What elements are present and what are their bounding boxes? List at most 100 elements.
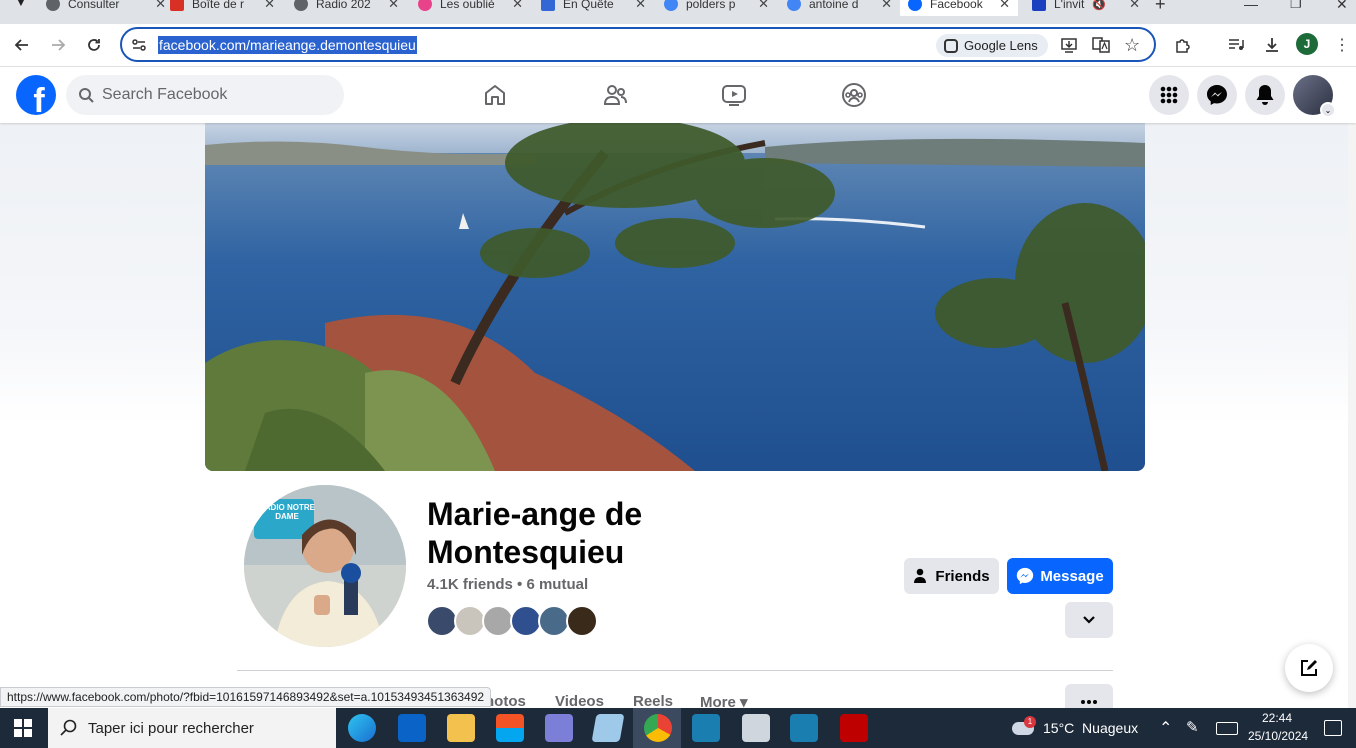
tab-close-icon[interactable]: ✕ <box>1129 0 1140 12</box>
browser-tab-active[interactable]: Facebook ✕ <box>900 0 1018 16</box>
new-tab-button[interactable]: + <box>1155 0 1166 16</box>
browser-tab[interactable]: L'invit 🔇 ✕ <box>1032 0 1140 16</box>
media-controls-icon[interactable] <box>1223 32 1249 58</box>
notifications-bell-icon[interactable] <box>1245 75 1285 115</box>
profile-picture[interactable]: RADIO NOTRE DAME <box>240 481 410 651</box>
groups-icon[interactable] <box>836 79 872 111</box>
link-status-bar: https://www.facebook.com/photo/?fbid=101… <box>0 687 492 707</box>
extensions-icon[interactable] <box>1170 32 1196 58</box>
browser-tab[interactable]: antoine d ✕ <box>787 0 892 16</box>
tab-close-icon[interactable]: ✕ <box>758 0 769 12</box>
bookmark-star-icon[interactable]: ☆ <box>1124 35 1140 56</box>
forward-icon[interactable] <box>45 32 71 58</box>
site-info-icon[interactable] <box>130 36 148 54</box>
notepad-icon[interactable] <box>591 714 625 742</box>
clock-time[interactable]: 22:44 <box>1262 711 1292 725</box>
mute-icon[interactable]: 🔇 <box>1092 0 1106 11</box>
pen-icon[interactable]: ✎ <box>1186 718 1199 736</box>
search-icon <box>60 719 77 736</box>
message-button[interactable]: Message <box>1007 558 1113 594</box>
weather-text[interactable]: 15°C Nuageux <box>1043 720 1138 736</box>
mutual-friend-avatar[interactable] <box>566 605 598 637</box>
tab-close-icon[interactable]: ✕ <box>999 0 1010 12</box>
reload-icon[interactable] <box>81 32 107 58</box>
facebook-logo[interactable]: f <box>16 75 56 115</box>
microsoft-store-icon[interactable] <box>496 714 524 742</box>
translate-icon[interactable] <box>1092 36 1110 54</box>
google-lens-button[interactable]: Google Lens <box>936 34 1048 57</box>
tab-close-icon[interactable]: ✕ <box>388 0 399 12</box>
facebook-top-bar: f Search Facebook ⌄ <box>0 67 1356 123</box>
install-app-icon[interactable] <box>1060 36 1078 54</box>
app-icon[interactable] <box>790 714 818 742</box>
window-close-icon[interactable]: ✕ <box>1336 0 1348 16</box>
browser-tab[interactable]: Les oublié ✕ <box>418 0 523 16</box>
profile-name: Marie-ange de Montesquieu <box>427 496 643 570</box>
tab-videos[interactable]: Videos <box>555 693 604 708</box>
tab-close-icon[interactable]: ✕ <box>512 0 523 12</box>
taskbar-search-box[interactable]: Taper ici pour rechercher <box>48 708 336 748</box>
notification-center-icon[interactable] <box>1324 720 1342 736</box>
app-icon[interactable] <box>692 714 720 742</box>
chrome-menu-icon[interactable]: ⋮ <box>1332 32 1352 58</box>
friends-count[interactable]: 4.1K friends • 6 mutual <box>427 576 588 593</box>
chrome-icon[interactable] <box>644 714 672 742</box>
app-icon[interactable] <box>545 714 573 742</box>
friends-icon[interactable] <box>597 79 633 111</box>
chevron-down-icon <box>1083 616 1095 624</box>
tab-favicon-icon <box>418 0 432 11</box>
url-text[interactable]: facebook.com/marieange.demontesquieu <box>158 36 417 54</box>
address-bar[interactable]: facebook.com/marieange.demontesquieu Goo… <box>120 27 1156 62</box>
tab-more[interactable]: More ▾ <box>700 693 748 708</box>
outlook-icon[interactable] <box>398 714 426 742</box>
edge-icon[interactable] <box>348 714 376 742</box>
minimize-icon[interactable]: — <box>1244 0 1258 16</box>
google-icon <box>787 0 801 11</box>
account-menu-chevron-icon[interactable]: ⌄ <box>1320 102 1336 118</box>
cover-photo[interactable] <box>205 123 1145 471</box>
downloads-icon[interactable] <box>1259 32 1285 58</box>
browser-tab[interactable]: En Quête ✕ <box>541 0 646 16</box>
page-scrollbar[interactable] <box>1348 67 1356 708</box>
profile-page: RADIO NOTRE DAME Marie-ange de Montesqui… <box>0 123 1356 708</box>
person-check-icon <box>914 568 927 583</box>
more-options-button[interactable] <box>1065 684 1113 708</box>
menu-grid-icon[interactable] <box>1149 75 1189 115</box>
browser-tab[interactable]: Consulter ✕ <box>46 0 166 16</box>
new-message-button[interactable] <box>1285 644 1333 692</box>
browser-tab[interactable]: polders p ✕ <box>664 0 769 16</box>
video-icon[interactable] <box>716 79 752 111</box>
lens-icon <box>944 38 958 53</box>
tab-title: polders p <box>686 0 736 11</box>
keyboard-icon[interactable] <box>1216 722 1238 735</box>
profile-avatar[interactable]: J <box>1296 33 1318 55</box>
back-icon[interactable] <box>9 32 35 58</box>
tab-title: Radio 202 <box>316 0 371 11</box>
browser-tab-strip: ▼ Consulter ✕ Boîte de r ✕ Radio 202 ✕ Les … <box>0 0 1356 24</box>
facebook-search-input[interactable]: Search Facebook <box>66 75 344 115</box>
tab-title: Les oublié <box>440 0 495 11</box>
profile-options-button[interactable] <box>1065 602 1113 638</box>
tab-close-icon[interactable]: ✕ <box>264 0 275 12</box>
windows-start-icon[interactable] <box>14 719 32 737</box>
browser-tab[interactable]: Boîte de r ✕ <box>170 0 275 16</box>
tab-close-icon[interactable]: ✕ <box>881 0 892 12</box>
friends-button[interactable]: Friends <box>904 558 999 594</box>
messenger-icon[interactable] <box>1197 75 1237 115</box>
maximize-icon[interactable]: ❐ <box>1290 0 1302 16</box>
app-icon[interactable] <box>742 714 770 742</box>
filezilla-icon[interactable] <box>840 714 868 742</box>
browser-tab[interactable]: Radio 202 ✕ <box>294 0 399 16</box>
tab-search-icon[interactable]: ▼ <box>8 0 34 16</box>
tab-close-icon[interactable]: ✕ <box>635 0 646 12</box>
tab-close-icon[interactable]: ✕ <box>155 0 166 12</box>
search-icon <box>79 88 94 103</box>
tray-chevron-icon[interactable]: ⌃ <box>1159 718 1172 738</box>
message-button-label: Message <box>1040 567 1104 585</box>
facebook-favicon-icon <box>908 0 922 11</box>
home-icon[interactable] <box>477 79 513 111</box>
file-explorer-icon[interactable] <box>447 714 475 742</box>
account-avatar[interactable]: ⌄ <box>1293 75 1336 118</box>
tab-reels[interactable]: Reels <box>633 693 673 708</box>
clock-date[interactable]: 25/10/2024 <box>1248 729 1308 743</box>
